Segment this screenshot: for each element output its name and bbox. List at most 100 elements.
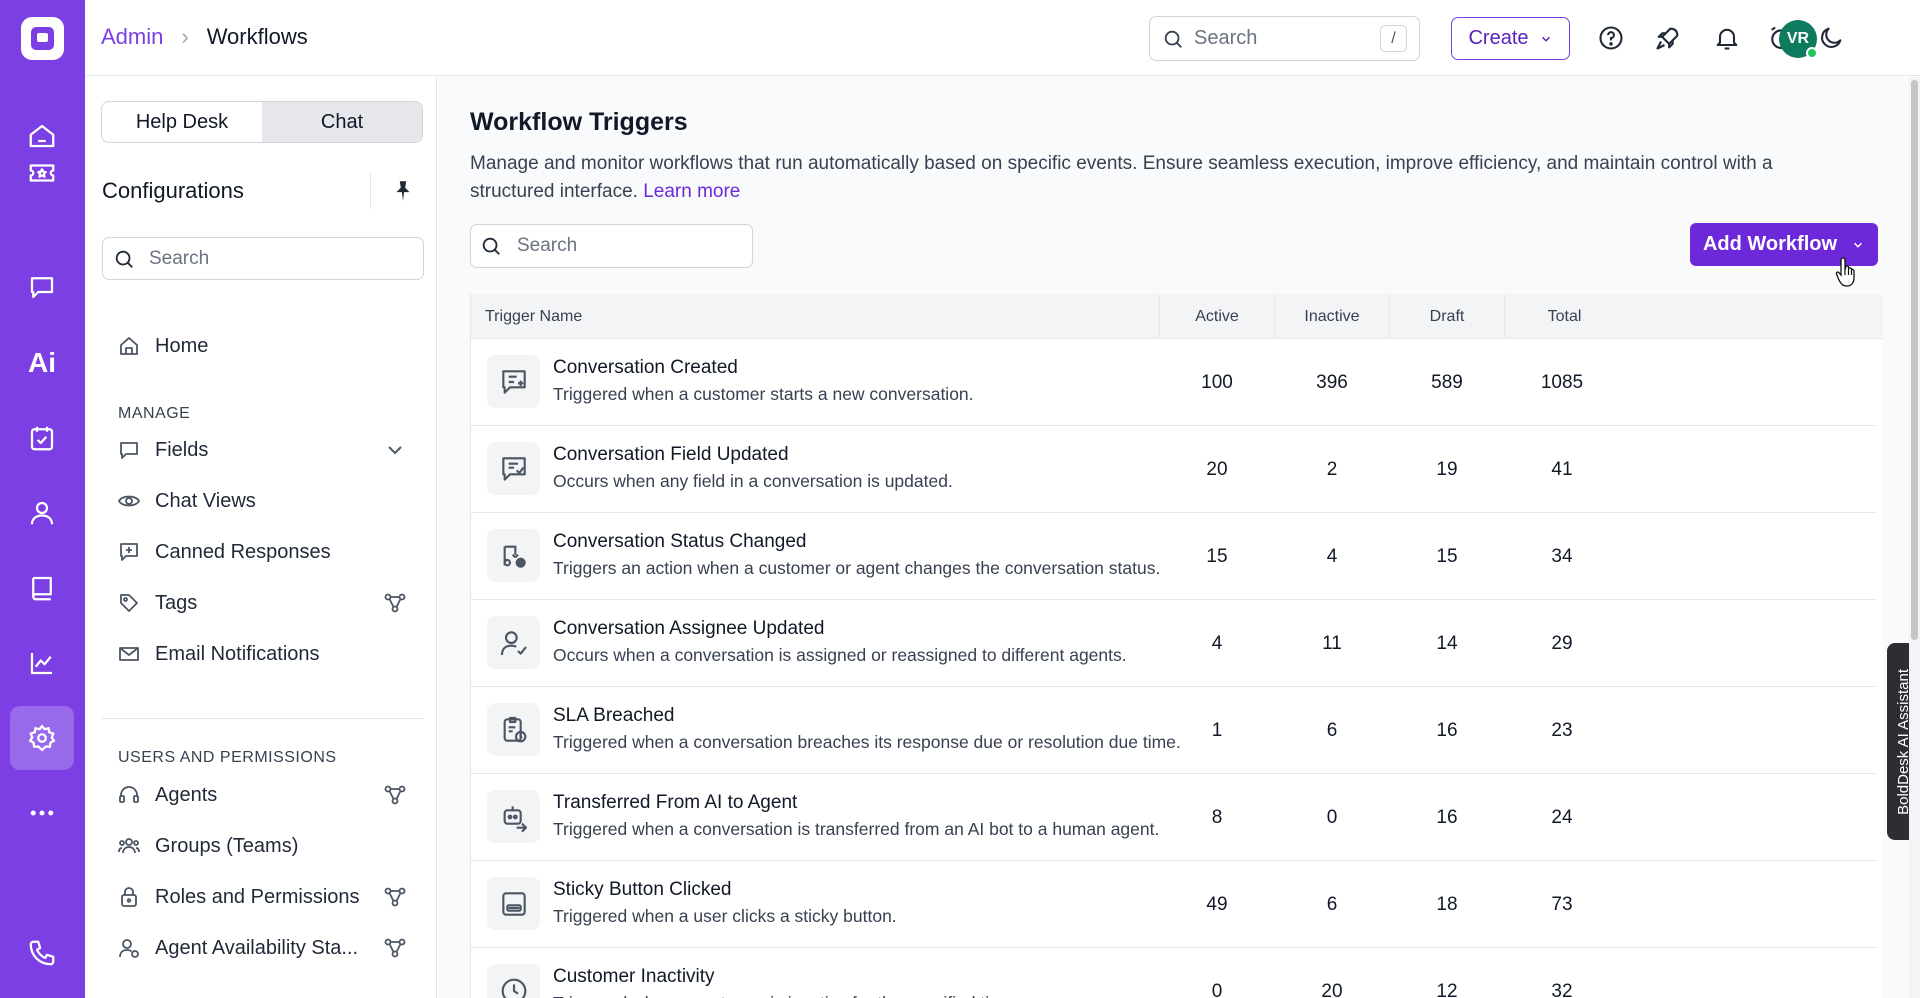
workflow-search-placeholder: Search bbox=[517, 235, 578, 256]
sidebar-item-label: Roles and Permissions bbox=[155, 885, 360, 908]
phone-icon[interactable] bbox=[10, 921, 74, 985]
breadcrumb-admin-link[interactable]: Admin bbox=[101, 24, 163, 50]
sidebar-item-tags[interactable]: Tags bbox=[117, 585, 407, 621]
sidebar-item-label: Groups (Teams) bbox=[155, 834, 299, 857]
sidebar-item-groups[interactable]: Groups (Teams) bbox=[117, 828, 407, 864]
app-logo[interactable] bbox=[21, 17, 64, 60]
pin-icon[interactable] bbox=[390, 178, 416, 204]
notification-bell-icon[interactable] bbox=[1711, 22, 1743, 54]
count-total: 32 bbox=[1551, 980, 1573, 998]
contacts-icon[interactable] bbox=[10, 481, 74, 545]
sidebar-item-chat-views[interactable]: Chat Views bbox=[117, 483, 407, 519]
user-check-icon bbox=[487, 616, 540, 669]
table-row[interactable]: SLA Breached Triggered when a conversatio… bbox=[471, 687, 1876, 774]
trigger-name[interactable]: Transferred From AI to Agent bbox=[553, 792, 797, 814]
dark-mode-icon[interactable] bbox=[1815, 22, 1847, 54]
clipboard-clock-icon bbox=[487, 703, 540, 756]
sidebar-item-agents[interactable]: Agents bbox=[117, 777, 407, 813]
sidebar-item-fields[interactable]: Fields bbox=[117, 432, 407, 468]
workflow-icon bbox=[384, 938, 406, 958]
trigger-description: Triggered when a conversation breaches i… bbox=[553, 732, 1181, 752]
table-row[interactable]: Conversation Created Triggered when a cus… bbox=[471, 339, 1876, 426]
ticket-icon[interactable] bbox=[10, 141, 74, 205]
count-total: 41 bbox=[1551, 458, 1573, 480]
search-shortcut-key: / bbox=[1380, 25, 1407, 52]
sidebar-item-agent-availability-status[interactable]: Agent Availability Sta... bbox=[117, 930, 407, 966]
trigger-description: Occurs when any field in a conversation … bbox=[553, 471, 953, 491]
help-icon[interactable] bbox=[1595, 22, 1627, 54]
workflow-icon bbox=[384, 887, 406, 907]
trigger-name[interactable]: Conversation Status Changed bbox=[553, 531, 807, 553]
add-workflow-label: Add Workflow bbox=[1702, 233, 1838, 255]
sidebar-item-label: Fields bbox=[155, 438, 209, 461]
sidebar-item-email-notifications[interactable]: Email Notifications bbox=[117, 636, 407, 672]
settings-icon[interactable] bbox=[10, 706, 74, 770]
trigger-name[interactable]: Conversation Assignee Updated bbox=[553, 618, 824, 640]
count-total: 1085 bbox=[1540, 371, 1584, 393]
table-row[interactable]: Conversation Field Updated Occurs when an… bbox=[471, 426, 1876, 513]
reports-icon[interactable] bbox=[10, 631, 74, 695]
column-header-draft: Draft bbox=[1389, 294, 1504, 339]
conversation-add-icon bbox=[487, 355, 540, 408]
app-rail: Ai bbox=[0, 0, 85, 998]
chevron-down-icon bbox=[1854, 242, 1863, 248]
eye-icon bbox=[117, 489, 141, 513]
count-total: 34 bbox=[1551, 545, 1573, 567]
chat-bubble-icon bbox=[117, 438, 141, 462]
table-row[interactable]: Customer Inactivity Triggered when a cust… bbox=[471, 948, 1876, 998]
trigger-name[interactable]: Sticky Button Clicked bbox=[553, 879, 731, 901]
chat-icon[interactable] bbox=[10, 255, 74, 319]
tab-chat[interactable]: Chat bbox=[262, 102, 422, 142]
trigger-description: Triggered when a customer is inactive fo… bbox=[553, 993, 1018, 998]
column-header-trigger-name: Trigger Name bbox=[485, 307, 583, 325]
global-search-placeholder: Search bbox=[1194, 27, 1258, 49]
chevron-down-icon bbox=[1541, 36, 1550, 42]
breadcrumb-separator-icon: › bbox=[181, 24, 189, 49]
sidebar-item-label: Email Notifications bbox=[155, 642, 320, 665]
trigger-description: Triggers an action when a customer or ag… bbox=[553, 558, 1161, 578]
count-total: 23 bbox=[1551, 719, 1573, 741]
table-row[interactable]: Conversation Status Changed Triggers an a… bbox=[471, 513, 1876, 600]
knowledge-base-icon[interactable] bbox=[10, 556, 74, 620]
divider bbox=[370, 173, 371, 209]
rocket-icon[interactable] bbox=[1652, 22, 1684, 54]
conversation-check-icon bbox=[487, 442, 540, 495]
table-row[interactable]: Transferred From AI to Agent Triggered wh… bbox=[471, 774, 1876, 861]
workflow-icon bbox=[384, 593, 406, 613]
sidebar-item-label: Canned Responses bbox=[155, 540, 331, 563]
trigger-name[interactable]: Conversation Field Updated bbox=[553, 444, 789, 466]
trigger-name[interactable]: Conversation Created bbox=[553, 357, 738, 379]
workflow-icon bbox=[384, 785, 406, 805]
sidebar-item-home[interactable]: Home bbox=[117, 328, 407, 364]
section-label-manage: MANAGE bbox=[118, 405, 191, 422]
tag-icon bbox=[117, 591, 141, 615]
trigger-name[interactable]: SLA Breached bbox=[553, 705, 674, 727]
workflow-search-input[interactable]: Search bbox=[470, 224, 753, 268]
workflow-triggers-table: Trigger Name Active Inactive Draft Total… bbox=[470, 294, 1883, 998]
trigger-description: Occurs when a conversation is assigned o… bbox=[553, 645, 1127, 665]
tab-help-desk[interactable]: Help Desk bbox=[102, 102, 262, 142]
tasks-icon[interactable] bbox=[10, 406, 74, 470]
more-icon[interactable] bbox=[10, 781, 74, 845]
trigger-description: Triggered when a user clicks a sticky bu… bbox=[553, 906, 897, 926]
lock-icon bbox=[117, 885, 141, 909]
clock-icon bbox=[487, 964, 540, 998]
create-button[interactable]: Create bbox=[1451, 17, 1570, 60]
learn-more-link[interactable]: Learn more bbox=[643, 181, 740, 202]
sidebar-item-roles-and-permissions[interactable]: Roles and Permissions bbox=[117, 879, 407, 915]
count-total: 29 bbox=[1551, 632, 1573, 654]
ai-icon[interactable]: Ai bbox=[10, 331, 74, 395]
page-title: Workflow Triggers bbox=[470, 108, 688, 136]
sidebar-search-input[interactable]: Search bbox=[102, 237, 424, 280]
trigger-name[interactable]: Customer Inactivity bbox=[553, 966, 715, 988]
global-search-input[interactable]: Search / bbox=[1149, 16, 1420, 61]
column-header-active: Active bbox=[1159, 294, 1274, 339]
online-status-dot bbox=[1806, 47, 1818, 59]
product-switch: Help Desk Chat bbox=[101, 101, 423, 143]
scrollbar-thumb[interactable] bbox=[1911, 80, 1918, 640]
table-row[interactable]: Conversation Assignee Updated Occurs when… bbox=[471, 600, 1876, 687]
chevron-down-icon[interactable] bbox=[383, 438, 407, 462]
sidebar-item-canned-responses[interactable]: Canned Responses bbox=[117, 534, 407, 570]
table-row[interactable]: Sticky Button Clicked Triggered when a us… bbox=[471, 861, 1876, 948]
canned-response-icon bbox=[117, 540, 141, 564]
